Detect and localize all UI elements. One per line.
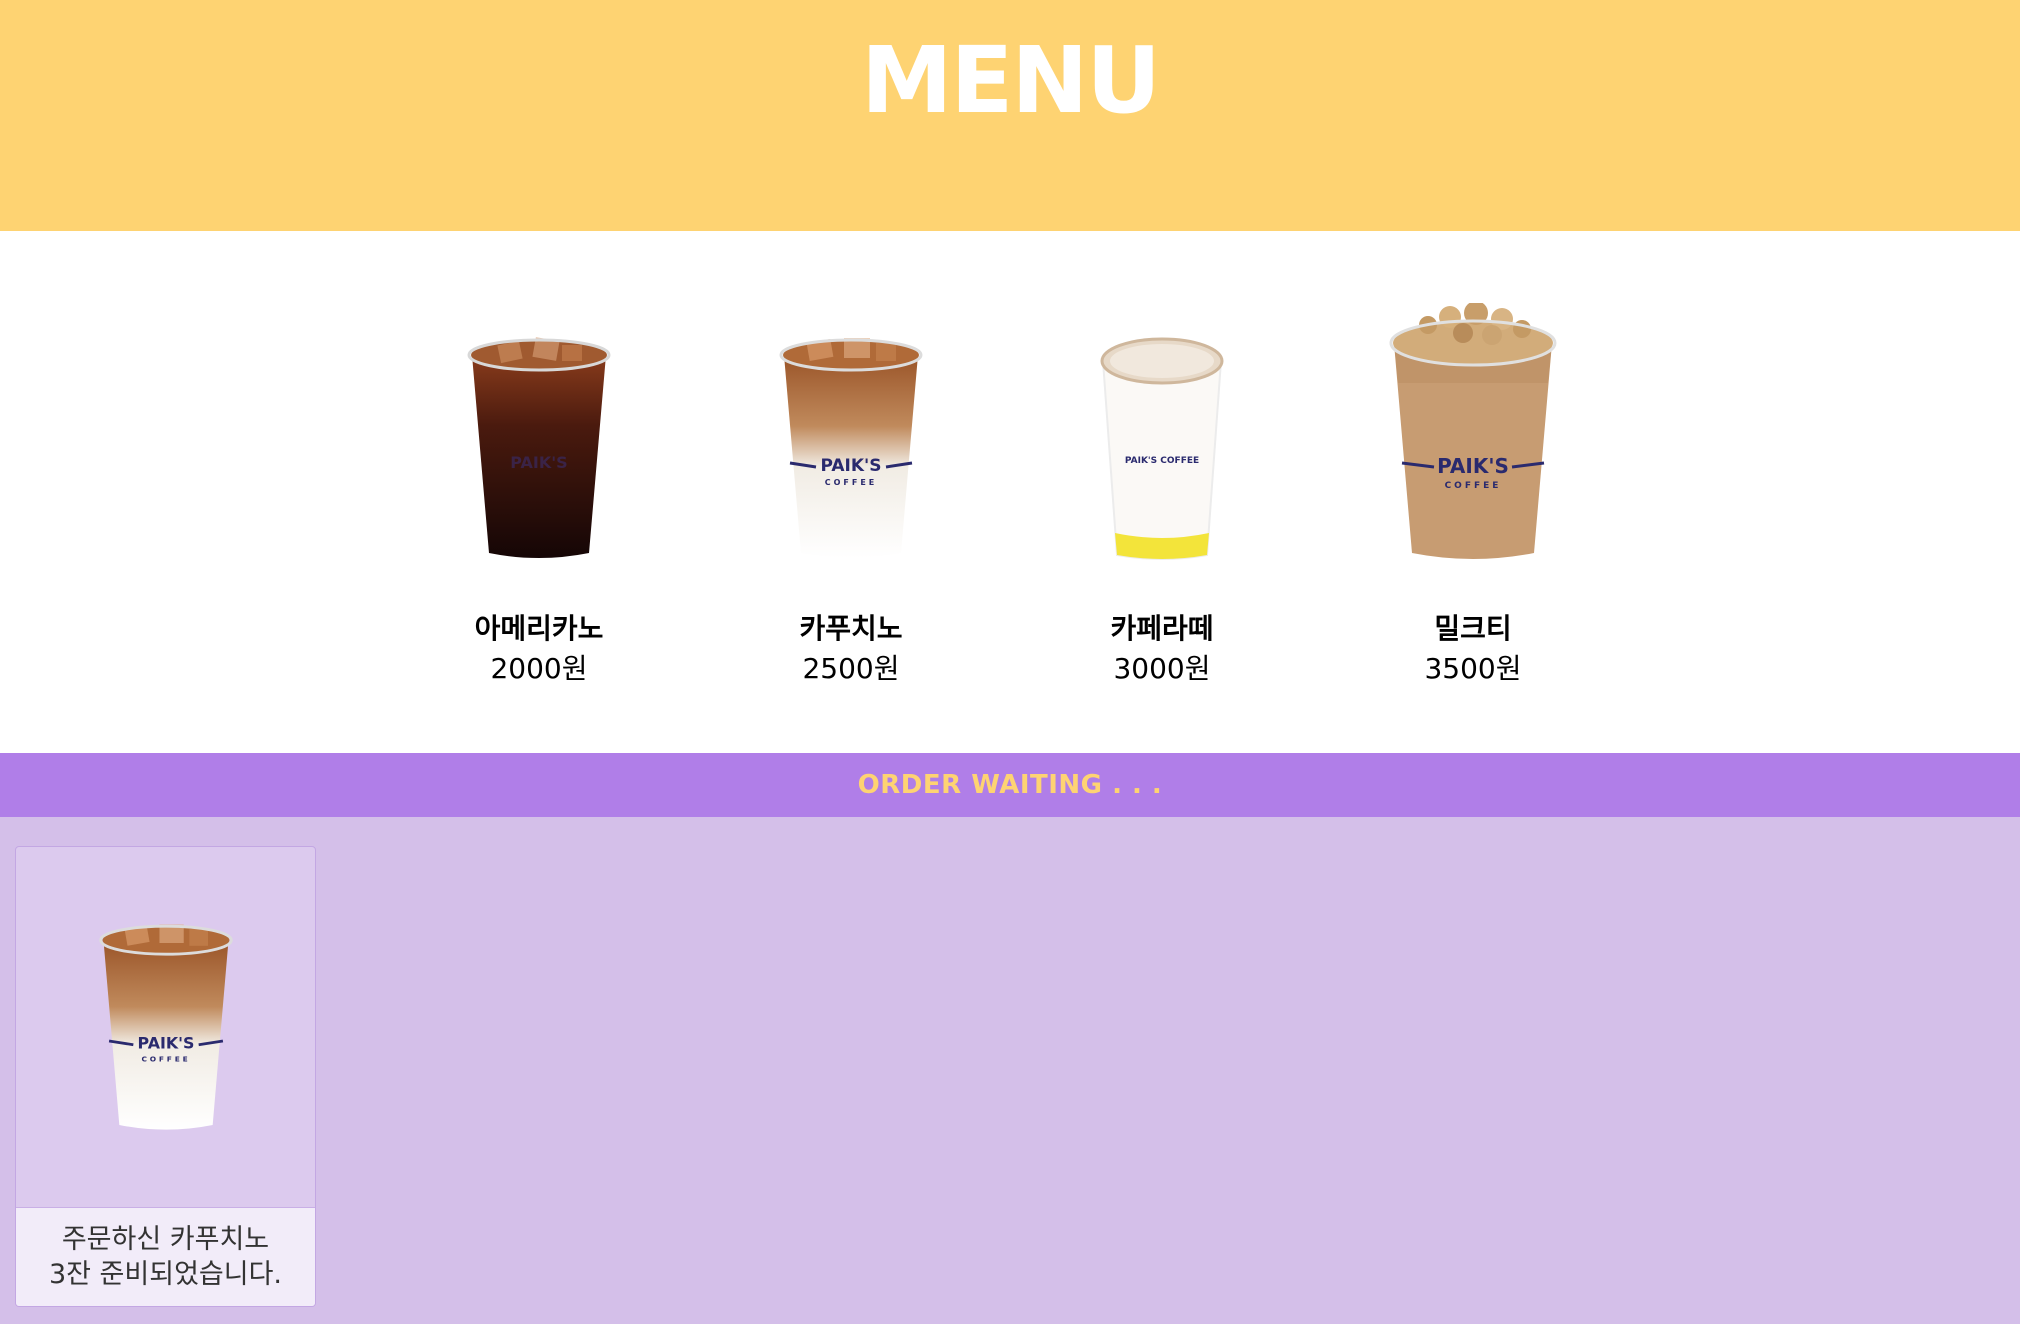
svg-text:PAIK'S: PAIK'S bbox=[1437, 454, 1509, 478]
svg-text:PAIK'S: PAIK'S bbox=[137, 1033, 194, 1052]
menu-item-price: 3500원 bbox=[1424, 652, 1522, 685]
menu-item-price: 2000원 bbox=[490, 652, 588, 685]
menu-list: PAIK'S 아메리카노 2000원 PAIK'S COFFEE 카푸치노 25… bbox=[0, 231, 2020, 753]
order-card[interactable]: PAIK'S COFFEE 주문하신 카푸치노 3잔 준비되었습니다. bbox=[15, 846, 316, 1307]
menu-item-name: 밀크티 bbox=[1434, 612, 1512, 645]
order-card-message: 주문하신 카푸치노 3잔 준비되었습니다. bbox=[16, 1208, 315, 1306]
iced-americano-cup-icon: PAIK'S bbox=[429, 303, 649, 563]
menu-item-name: 아메리카노 bbox=[474, 612, 604, 645]
iced-cappuccino-cup-icon: PAIK'S COFFEE bbox=[741, 303, 961, 563]
order-message-line2: 3잔 준비되었습니다. bbox=[48, 1259, 283, 1290]
menu-item-price: 3000원 bbox=[1113, 652, 1211, 685]
iced-cappuccino-cup-icon: PAIK'S COFFEE bbox=[16, 847, 315, 1208]
svg-text:PAIK'S: PAIK'S bbox=[820, 456, 881, 476]
order-status-bar: ORDER WAITING . . . bbox=[0, 753, 2020, 817]
page-title: MENU bbox=[860, 27, 1161, 134]
svg-text:PAIK'S COFFEE: PAIK'S COFFEE bbox=[1125, 456, 1199, 466]
svg-text:COFFEE: COFFEE bbox=[825, 478, 878, 487]
svg-text:COFFEE: COFFEE bbox=[1445, 481, 1502, 491]
milk-tea-cup-icon: PAIK'S COFFEE bbox=[1363, 303, 1583, 563]
svg-text:PAIK'S: PAIK'S bbox=[510, 453, 567, 472]
menu-item-cafe-latte[interactable]: PAIK'S COFFEE 카페라떼 3000원 bbox=[1012, 303, 1312, 689]
order-message-line1: 주문하신 카푸치노 bbox=[61, 1224, 270, 1255]
svg-text:COFFEE: COFFEE bbox=[141, 1055, 190, 1064]
order-status-label: ORDER WAITING . . . bbox=[857, 770, 1163, 800]
order-queue: PAIK'S COFFEE 주문하신 카푸치노 3잔 준비되었습니다. bbox=[0, 817, 2020, 1324]
menu-item-cappuccino[interactable]: PAIK'S COFFEE 카푸치노 2500원 bbox=[701, 303, 1001, 689]
menu-item-americano[interactable]: PAIK'S 아메리카노 2000원 bbox=[389, 303, 689, 689]
menu-header: MENU bbox=[0, 0, 2020, 231]
menu-item-milk-tea[interactable]: PAIK'S COFFEE 밀크티 3500원 bbox=[1323, 303, 1623, 689]
menu-item-name: 카푸치노 bbox=[799, 612, 903, 645]
menu-item-price: 2500원 bbox=[802, 652, 900, 685]
menu-item-name: 카페라떼 bbox=[1110, 612, 1214, 645]
hot-latte-cup-icon: PAIK'S COFFEE bbox=[1052, 303, 1272, 563]
